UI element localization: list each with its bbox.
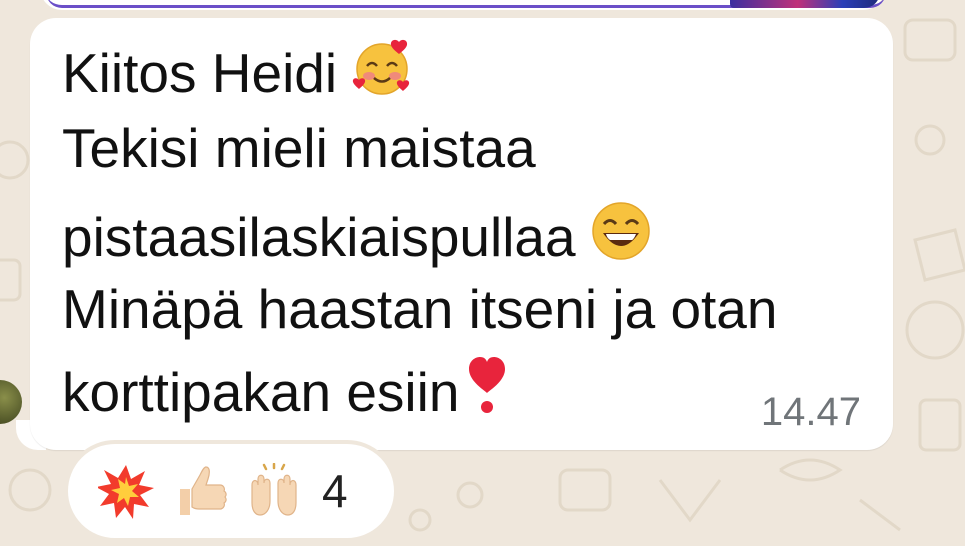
grinning-face-icon (590, 200, 652, 262)
message-text: Tekisi mieli maistaa (62, 117, 536, 179)
message-line-5: korttipakan esiin (62, 355, 507, 420)
previous-message-thumbnail[interactable] (730, 0, 880, 8)
message-text: pistaasilaskiaispullaa (62, 206, 576, 268)
smiling-face-with-hearts-icon (351, 36, 413, 98)
message-line-2: Tekisi mieli maistaa (62, 121, 536, 176)
message-line-4: Minäpä haastan itseni ja otan (62, 282, 777, 337)
red-heart-exclamation-icon (467, 355, 507, 417)
message-timestamp: 14.47 (760, 390, 861, 434)
message-line-3: pistaasilaskiaispullaa (62, 200, 652, 265)
message-text: Kiitos Heidi (62, 42, 338, 104)
message-text: Minäpä haastan itseni ja otan (62, 278, 778, 340)
collision-icon (98, 463, 154, 519)
message-line-1: Kiitos Heidi (62, 36, 413, 101)
reactions-bar[interactable]: 4 (64, 440, 398, 542)
message-text: korttipakan esiin (62, 361, 460, 423)
raising-hands-icon (246, 463, 302, 519)
reaction-count: 4 (322, 465, 348, 517)
thumbs-up-icon (172, 463, 228, 519)
